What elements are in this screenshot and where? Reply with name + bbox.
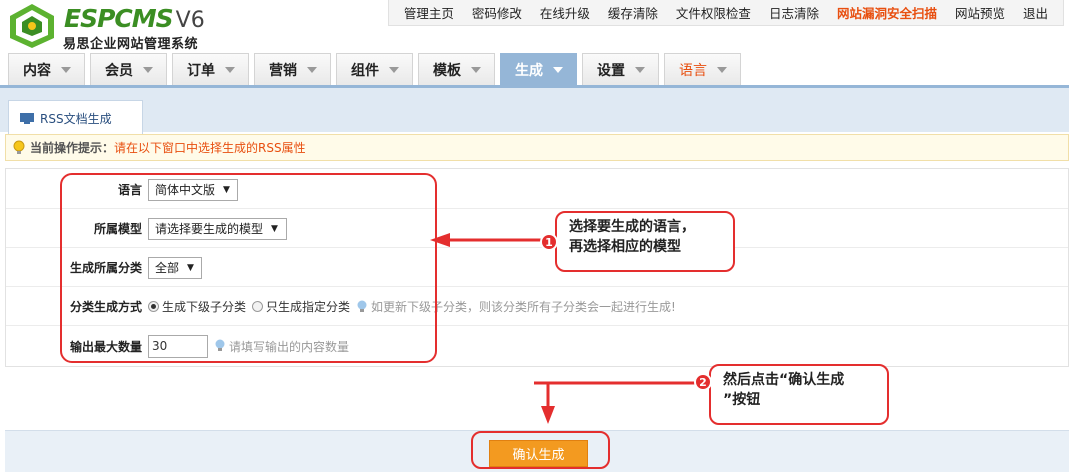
- annotation-form-highlight: [60, 173, 437, 363]
- top-link[interactable]: 退出: [1014, 3, 1057, 22]
- monitor-icon: [20, 112, 34, 124]
- tab-label: 营销: [269, 62, 297, 79]
- tab-label: 模板: [433, 62, 461, 79]
- hint-text: 请在以下窗口中选择生成的RSS属性: [114, 141, 306, 155]
- operation-hint: 当前操作提示： 请在以下窗口中选择生成的RSS属性: [5, 134, 1069, 161]
- callout-step1: 选择要生成的语言， 再选择相应的模型: [555, 211, 735, 272]
- callout-step2-line2: ”按钮: [723, 392, 761, 408]
- logo-text: ESPCMS V6: [64, 4, 205, 33]
- callout-step2-line1: 然后点击“确认生成: [723, 372, 845, 388]
- chevron-down-icon: [307, 66, 317, 73]
- chevron-down-icon: [717, 66, 727, 73]
- tab-main[interactable]: 语言: [664, 53, 741, 85]
- tab-label: 内容: [23, 62, 51, 79]
- tab-main[interactable]: 内容: [8, 53, 85, 85]
- callout-step1-line1: 选择要生成的语言，: [569, 219, 695, 235]
- chevron-down-icon: [389, 66, 399, 73]
- callout-step2: 然后点击“确认生成 ”按钮: [709, 364, 889, 425]
- top-link[interactable]: 缓存清除: [599, 3, 667, 22]
- tab-label: 订单: [187, 62, 215, 79]
- tab-label: 组件: [351, 62, 379, 79]
- logo[interactable]: ESPCMS V6 易思企业网站管理系统: [4, 2, 234, 52]
- chevron-down-icon: [61, 66, 71, 73]
- tab-main[interactable]: 组件: [336, 53, 413, 85]
- hint-label: 当前操作提示：: [30, 141, 115, 155]
- tab-label: 生成: [515, 62, 543, 79]
- tab-main[interactable]: 生成: [500, 53, 577, 85]
- callout-step1-line2: 再选择相应的模型: [569, 239, 681, 255]
- top-link[interactable]: 网站预览: [946, 3, 1014, 22]
- annotation-button-highlight: [471, 431, 610, 469]
- top-link[interactable]: 在线升级: [531, 3, 599, 22]
- top-link[interactable]: 密码修改: [463, 3, 531, 22]
- top-link[interactable]: 管理主页: [395, 3, 463, 22]
- step1-badge: 1: [540, 233, 558, 251]
- top-link[interactable]: 日志清除: [760, 3, 828, 22]
- lightbulb-icon: [13, 140, 25, 154]
- tab-main[interactable]: 模板: [418, 53, 495, 85]
- subtab-bar: RSS文档生成: [0, 85, 1069, 135]
- main-nav: 内容 会员 订单 营销 组件 模板 生成 设置 语言: [8, 53, 746, 85]
- chevron-down-icon: [471, 66, 481, 73]
- chevron-down-icon: [553, 66, 563, 73]
- logo-subtitle: 易思企业网站管理系统: [63, 37, 199, 52]
- tab-label: 语言: [679, 62, 707, 79]
- logo-mark-icon: [10, 4, 54, 48]
- chevron-down-icon: [143, 66, 153, 73]
- tab-main[interactable]: 营销: [254, 53, 331, 85]
- tab-rss-generate[interactable]: RSS文档生成: [8, 100, 143, 135]
- tab-main[interactable]: 订单: [172, 53, 249, 85]
- step2-badge: 2: [694, 373, 712, 391]
- tab-label: RSS文档生成: [40, 111, 112, 126]
- top-nav: 管理主页 密码修改 在线升级 缓存清除 文件权限检查 日志清除 网站漏洞安全扫描 网站预览 退出: [387, 0, 1064, 26]
- tab-main[interactable]: 设置: [582, 53, 659, 85]
- tab-main[interactable]: 会员: [90, 53, 167, 85]
- chevron-down-icon: [635, 66, 645, 73]
- header: ESPCMS V6 易思企业网站管理系统 管理主页 密码修改 在线升级 缓存清除 文件权限…: [0, 0, 1069, 88]
- chevron-down-icon: [225, 66, 235, 73]
- top-link[interactable]: 网站漏洞安全扫描: [828, 3, 946, 22]
- tab-label: 会员: [105, 62, 133, 79]
- top-link[interactable]: 文件权限检查: [667, 3, 760, 22]
- tab-label: 设置: [597, 62, 625, 79]
